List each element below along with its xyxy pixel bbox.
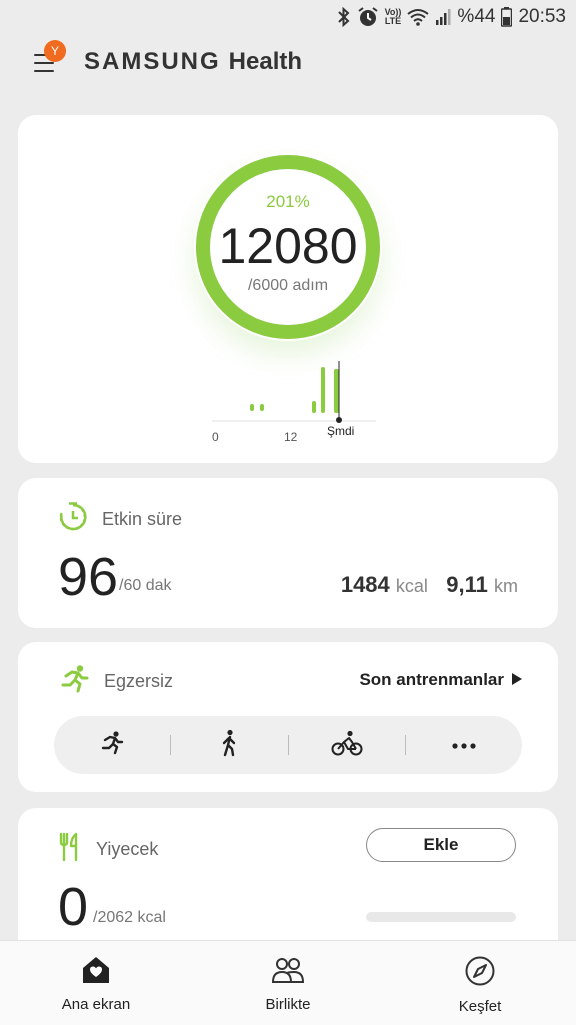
steps-goal: /6000 adım <box>247 277 329 294</box>
running-button[interactable] <box>54 716 170 774</box>
food-value: 0 <box>58 877 89 937</box>
nav-home[interactable]: Ana ekran <box>0 941 192 1025</box>
play-arrow-icon <box>512 670 522 690</box>
chart-bar <box>321 367 325 413</box>
walking-icon <box>218 729 240 762</box>
menu-icon-line <box>34 62 54 64</box>
chart-bar <box>334 369 339 413</box>
app-title: SAMSUNG Health <box>84 48 302 76</box>
exercise-label: Egzersiz <box>104 671 174 691</box>
clock-time: 20:53 <box>518 6 566 27</box>
steps-percent: 201% <box>266 192 310 211</box>
chart-bar <box>250 404 254 411</box>
kcal-unit: kcal <box>395 576 428 596</box>
distance-unit: km <box>494 576 518 596</box>
stopwatch-icon <box>58 502 88 537</box>
steps-mini-chart <box>212 361 376 423</box>
exercise-shortcuts <box>54 716 522 774</box>
chart-tick-12: 12 <box>284 430 298 444</box>
more-button[interactable] <box>406 716 522 774</box>
active-stats: 1484 kcal 9,11 km <box>341 572 518 598</box>
nav-home-label: Ana ekran <box>61 996 131 1013</box>
wifi-icon <box>407 8 430 26</box>
chart-bar <box>312 401 316 413</box>
steps-count: 12080 <box>218 218 358 274</box>
active-time-goal: /60 dak <box>119 577 172 594</box>
people-icon <box>271 955 305 990</box>
compass-icon <box>464 955 496 992</box>
active-time-value: 96 <box>58 547 119 607</box>
volte-icon: Vo)) LTE <box>385 8 402 26</box>
active-time-header: Etkin süre <box>58 502 182 537</box>
chart-bar <box>260 404 264 411</box>
nav-together-label: Birlikte <box>265 996 311 1013</box>
battery-icon <box>501 7 513 27</box>
active-time-card[interactable]: Etkin süre 96 /60 dak 1484 kcal 9,11 km <box>18 478 558 628</box>
signal-icon <box>435 8 451 26</box>
walking-button[interactable] <box>171 716 287 774</box>
notification-badge: Y <box>44 40 66 62</box>
running-figure-icon <box>58 664 90 699</box>
status-bar: Vo)) LTE %44 20:53 <box>0 0 576 34</box>
cycling-button[interactable] <box>289 716 405 774</box>
lte-label: LTE <box>384 16 402 26</box>
alarm-icon <box>357 6 379 28</box>
add-food-button[interactable]: Ekle <box>366 828 516 862</box>
running-icon <box>99 730 125 761</box>
active-time-label: Etkin süre <box>102 509 183 529</box>
food-goal: /2062 kcal <box>93 909 166 926</box>
nav-discover-label: Keşfet <box>458 998 502 1015</box>
food-progress-bar <box>366 912 516 922</box>
fork-knife-icon <box>58 832 82 867</box>
steps-card[interactable]: 201% 12080 /6000 adım 0 12 Şmdi <box>18 115 558 463</box>
cycling-icon <box>331 730 363 761</box>
kcal-value: 1484 <box>340 572 390 597</box>
bottom-navigation: Ana ekran Birlikte Keşfet <box>0 940 576 1025</box>
status-icons: Vo)) LTE %44 20:53 <box>337 6 566 28</box>
food-card[interactable]: Yiyecek Ekle 0 /2062 kcal <box>18 808 558 958</box>
nav-discover[interactable]: Keşfet <box>384 941 576 1025</box>
bluetooth-icon <box>337 7 351 27</box>
nav-together[interactable]: Birlikte <box>192 941 384 1025</box>
distance-value: 9,11 <box>446 572 488 597</box>
app-bar: Y SAMSUNG Health <box>0 34 576 94</box>
brand-health: Health <box>228 48 303 75</box>
more-icon <box>452 736 476 754</box>
chart-tick-0: 0 <box>212 430 219 444</box>
menu-icon-line <box>34 70 54 72</box>
battery-text: %44 <box>457 6 496 27</box>
recent-workouts-label: Son antrenmanlar <box>359 670 504 689</box>
chart-tick-now: Şmdi <box>327 424 355 438</box>
recent-workouts-link[interactable]: Son antrenmanlar <box>359 670 522 690</box>
food-header: Yiyecek <box>58 832 158 867</box>
brand-samsung: SAMSUNG <box>84 48 221 75</box>
food-label: Yiyecek <box>96 839 159 859</box>
home-heart-icon <box>80 955 112 990</box>
exercise-card[interactable]: Egzersiz Son antrenmanlar <box>18 642 558 792</box>
exercise-header: Egzersiz <box>58 664 173 699</box>
